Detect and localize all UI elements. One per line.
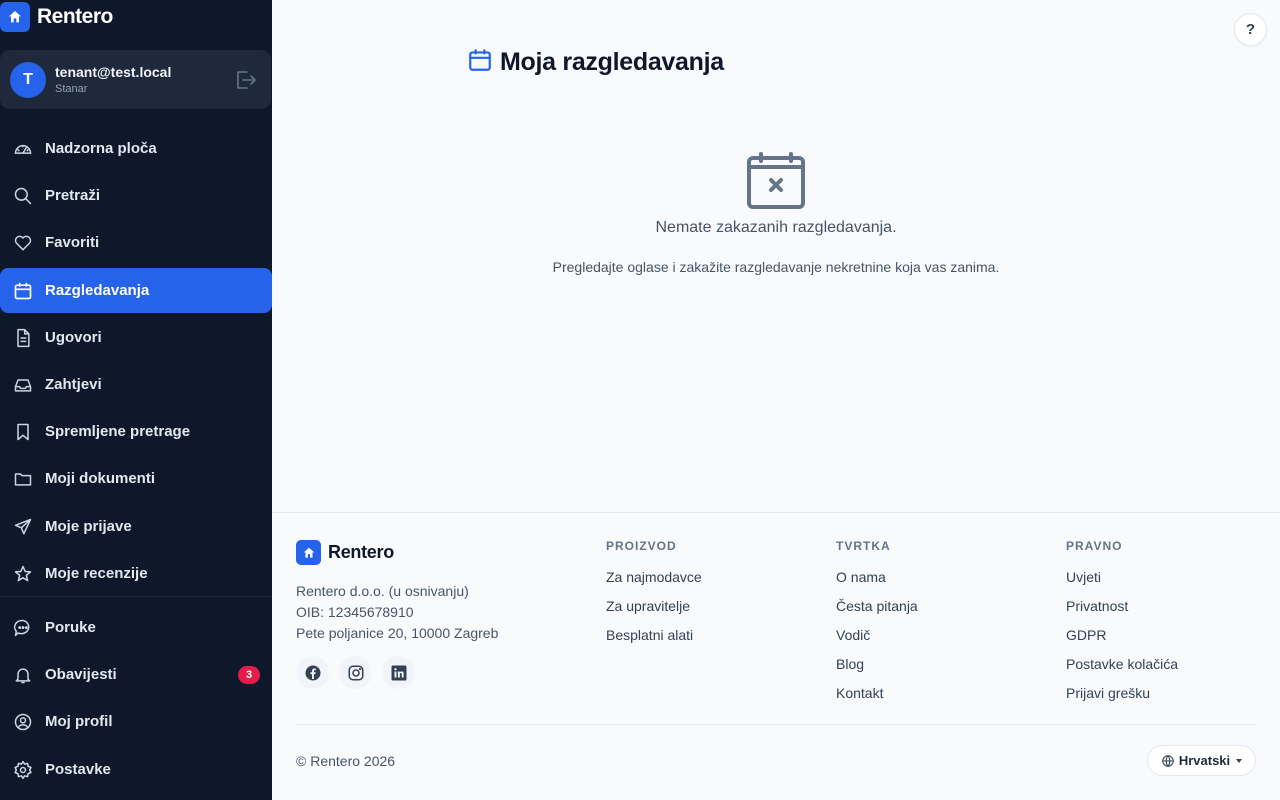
- nav-label: Moj profil: [45, 713, 113, 730]
- nav-item-viewings[interactable]: Razgledavanja: [0, 268, 272, 313]
- user-email: tenant@test.local: [55, 64, 172, 80]
- nav-label: Nadzorna ploča: [45, 140, 157, 157]
- footer: Rentero Rentero d.o.o. (u osnivanju) OIB…: [272, 512, 1280, 800]
- document-icon: [12, 327, 34, 349]
- footer-column-title: PRAVNO: [1066, 539, 1123, 553]
- company-oib: OIB: 12345678910: [296, 604, 414, 620]
- company-name: Rentero d.o.o. (u osnivanju): [296, 583, 469, 599]
- empty-state-title: Nemate zakazanih razgledavanja.: [655, 219, 897, 236]
- language-selector[interactable]: Hrvatski: [1147, 745, 1256, 776]
- footer-column-company: TVRTKA O nama Česta pitanja Vodič Blog K…: [836, 539, 918, 702]
- footer-column-product: PROIZVOD Za najmodavce Za upravitelje Be…: [606, 539, 702, 644]
- nav-label: Postavke: [45, 761, 111, 778]
- nav-item-dashboard[interactable]: Nadzorna ploča: [0, 126, 272, 171]
- nav-item-documents[interactable]: Moji dokumenti: [0, 456, 272, 501]
- calendar-x-icon: [746, 152, 806, 210]
- nav-label: Favoriti: [45, 234, 100, 251]
- chat-icon: [12, 617, 34, 639]
- page-title: Moja razgledavanja: [500, 47, 724, 76]
- facebook-icon[interactable]: [296, 656, 329, 689]
- user-circle-icon: [12, 711, 34, 733]
- copyright: © Rentero 2026: [296, 753, 396, 769]
- nav-label: Poruke: [45, 619, 96, 636]
- globe-icon: [1161, 754, 1175, 768]
- folder-icon: [12, 468, 34, 490]
- nav-label: Razgledavanja: [45, 282, 150, 299]
- heart-icon: [12, 232, 34, 254]
- footer-link[interactable]: Besplatni alati: [606, 627, 702, 644]
- nav-item-notifications[interactable]: Obavijesti 3: [0, 652, 272, 697]
- page-header: Moja razgledavanja: [467, 46, 724, 78]
- nav-label: Moji dokumenti: [45, 470, 155, 487]
- nav-label: Spremljene pretrage: [45, 423, 191, 440]
- brand-name: Rentero: [37, 5, 113, 28]
- company-address: Pete poljanice 20, 10000 Zagreb: [296, 625, 499, 641]
- footer-link[interactable]: Uvjeti: [1066, 569, 1178, 586]
- footer-link[interactable]: Privatnost: [1066, 598, 1178, 615]
- search-icon: [12, 185, 34, 207]
- notification-badge: 3: [238, 665, 260, 684]
- footer-link[interactable]: Vodič: [836, 627, 918, 644]
- brand[interactable]: Rentero: [0, 0, 113, 34]
- bookmark-icon: [12, 421, 34, 443]
- nav-item-reviews[interactable]: Moje recenzije: [0, 551, 272, 596]
- user-card: T tenant@test.local Stanar: [0, 50, 271, 109]
- send-icon: [12, 516, 34, 538]
- sidebar: Rentero T tenant@test.local Stanar Nadzo…: [0, 0, 272, 800]
- footer-link[interactable]: GDPR: [1066, 627, 1178, 644]
- nav-item-profile[interactable]: Moj profil: [0, 699, 272, 744]
- footer-link[interactable]: Za najmodavce: [606, 569, 702, 586]
- footer-link[interactable]: Postavke kolačića: [1066, 656, 1178, 673]
- calendar-icon: [12, 280, 34, 302]
- calendar-icon: [467, 47, 493, 78]
- nav-item-messages[interactable]: Poruke: [0, 605, 272, 650]
- linkedin-icon[interactable]: [382, 656, 415, 689]
- nav-divider: [0, 596, 272, 597]
- footer-brand-name: Rentero: [328, 542, 394, 562]
- nav-label: Pretraži: [45, 187, 101, 204]
- footer-column-legal: PRAVNO Uvjeti Privatnost GDPR Postavke k…: [1066, 539, 1178, 702]
- footer-link[interactable]: Blog: [836, 656, 918, 673]
- home-logo-icon: [296, 540, 321, 565]
- dashboard-icon: [12, 138, 34, 160]
- nav-label: Ugovori: [45, 329, 102, 346]
- nav-label: Moje recenzije: [45, 565, 148, 582]
- nav-item-saved-searches[interactable]: Spremljene pretrage: [0, 409, 272, 454]
- inbox-icon: [12, 374, 34, 396]
- nav-item-requests[interactable]: Zahtjevi: [0, 362, 272, 407]
- nav-label: Zahtjevi: [45, 376, 102, 393]
- nav-item-search[interactable]: Pretraži: [0, 173, 272, 218]
- nav-label: Obavijesti: [45, 666, 117, 683]
- user-role: Stanar: [55, 83, 88, 95]
- footer-divider: [296, 724, 1256, 725]
- footer-column-title: PROIZVOD: [606, 539, 677, 553]
- gear-icon: [12, 759, 34, 781]
- nav-label: Moje prijave: [45, 518, 132, 535]
- bell-icon: [12, 664, 34, 686]
- nav-item-contracts[interactable]: Ugovori: [0, 315, 272, 360]
- footer-link[interactable]: Za upravitelje: [606, 598, 702, 615]
- footer-brand[interactable]: Rentero: [296, 540, 394, 565]
- nav-item-applications[interactable]: Moje prijave: [0, 504, 272, 549]
- help-button[interactable]: ?: [1234, 13, 1267, 46]
- footer-link[interactable]: O nama: [836, 569, 918, 586]
- language-label: Hrvatski: [1178, 753, 1231, 768]
- chevron-down-icon: [1236, 758, 1243, 763]
- footer-link[interactable]: Česta pitanja: [836, 598, 918, 615]
- nav-item-favorites[interactable]: Favoriti: [0, 220, 272, 265]
- avatar[interactable]: T: [10, 62, 46, 98]
- footer-link[interactable]: Kontakt: [836, 685, 918, 702]
- social-links: [296, 656, 415, 689]
- home-logo-icon: [0, 2, 30, 32]
- nav-item-settings[interactable]: Postavke: [0, 747, 272, 792]
- instagram-icon[interactable]: [339, 656, 372, 689]
- star-icon: [12, 563, 34, 585]
- footer-link[interactable]: Prijavi grešku: [1066, 685, 1178, 702]
- logout-icon[interactable]: [235, 70, 257, 90]
- empty-state-subtitle: Pregledajte oglase i zakažite razgledava…: [552, 259, 1000, 275]
- footer-column-title: TVRTKA: [836, 539, 891, 553]
